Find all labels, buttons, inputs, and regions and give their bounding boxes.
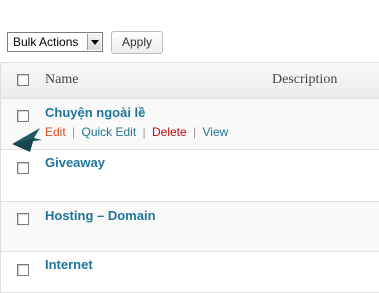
- view-link[interactable]: View: [203, 125, 229, 139]
- chevron-down-icon[interactable]: [87, 34, 101, 50]
- table-row: Internet: [1, 252, 379, 293]
- row-checkbox[interactable]: [17, 213, 29, 225]
- bulk-actions-select[interactable]: Bulk Actions: [7, 32, 103, 52]
- categories-table: Name Description Chuyện ngoài lề Edit | …: [0, 62, 379, 293]
- separator: |: [193, 125, 197, 139]
- table-row: Chuyện ngoài lề Edit | Quick Edit | Dele…: [1, 99, 379, 150]
- column-header-name[interactable]: Name: [45, 72, 78, 88]
- row-checkbox[interactable]: [17, 264, 29, 276]
- row-title-link[interactable]: Hosting – Domain: [45, 208, 156, 223]
- separator: |: [142, 125, 146, 139]
- arrow-pointer-icon: [12, 128, 42, 152]
- row-checkbox[interactable]: [17, 110, 29, 122]
- row-title-link[interactable]: Giveaway: [45, 155, 105, 170]
- row-title-link[interactable]: Chuyện ngoài lề: [45, 105, 145, 120]
- table-row: Hosting – Domain: [1, 202, 379, 252]
- table-row: Giveaway: [1, 150, 379, 202]
- row-actions: Edit | Quick Edit | Delete | View: [45, 125, 228, 139]
- column-header-description: Description: [272, 72, 338, 87]
- edit-link[interactable]: Edit: [45, 125, 66, 139]
- bulk-actions-selected-value: Bulk Actions: [13, 35, 79, 49]
- row-title-link[interactable]: Internet: [45, 257, 93, 272]
- delete-link[interactable]: Delete: [152, 125, 187, 139]
- quick-edit-link[interactable]: Quick Edit: [82, 125, 137, 139]
- row-checkbox[interactable]: [17, 162, 29, 174]
- apply-button[interactable]: Apply: [111, 31, 163, 54]
- table-header: Name Description: [1, 63, 379, 99]
- select-all-checkbox[interactable]: [17, 74, 29, 86]
- separator: |: [72, 125, 76, 139]
